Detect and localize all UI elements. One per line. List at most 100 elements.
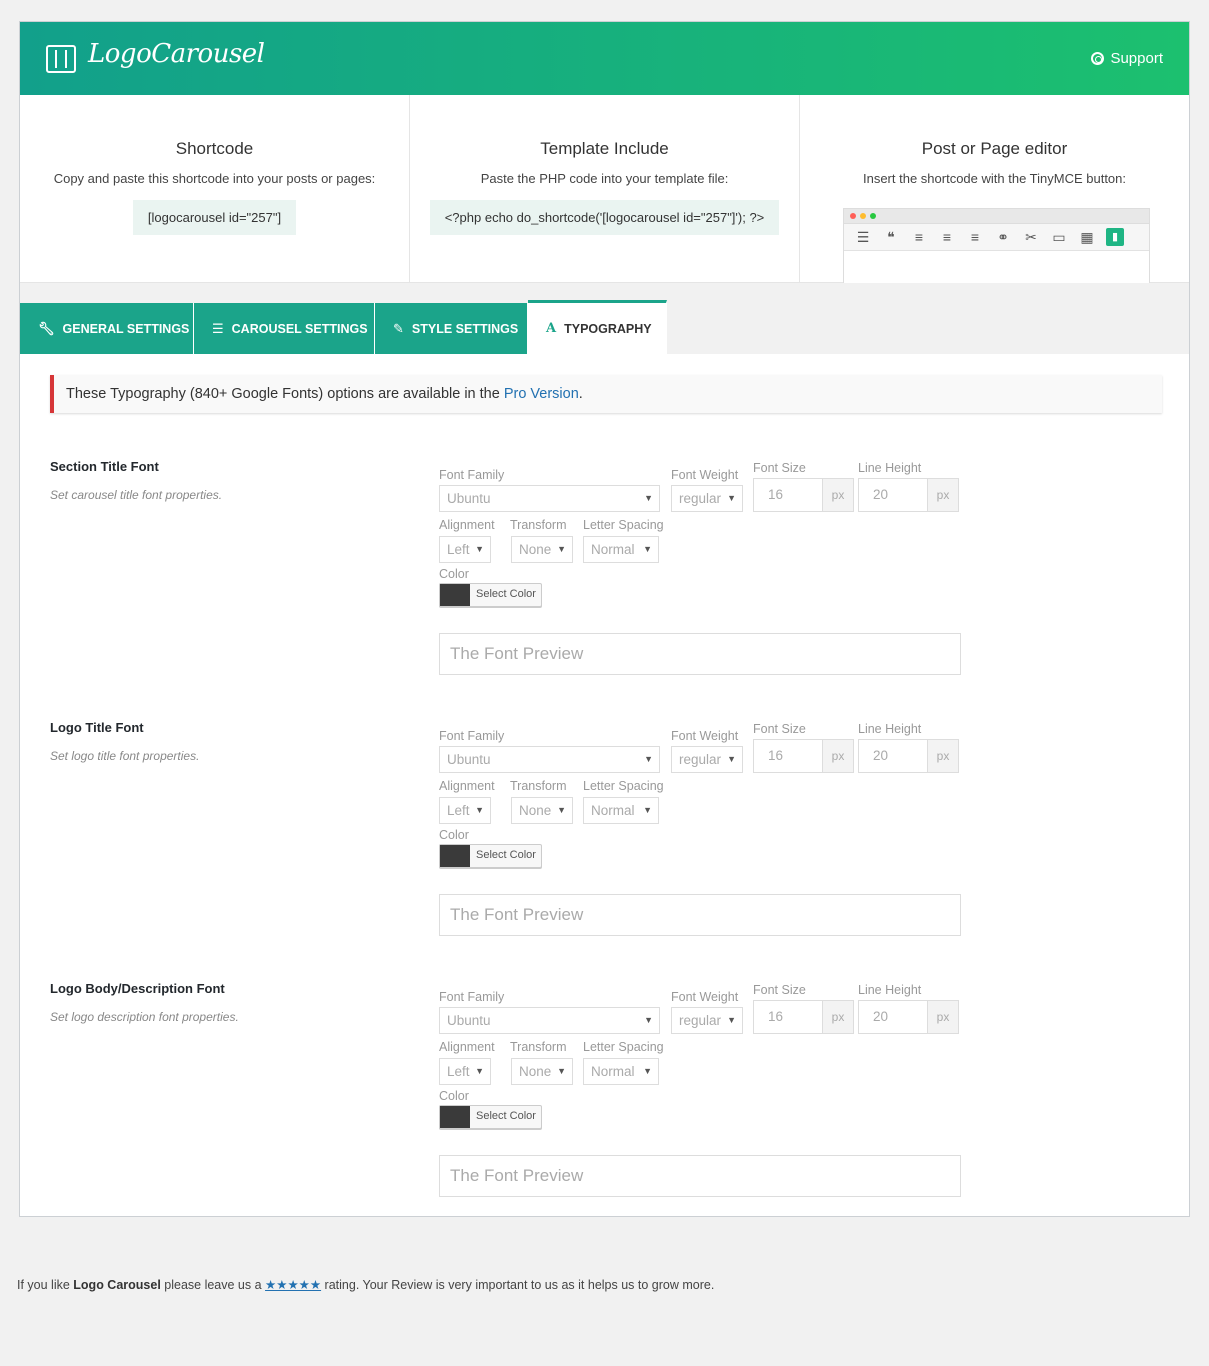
template-include-title: Template Include (540, 139, 669, 158)
line-height-label: Line Height (858, 461, 922, 475)
color-label: Color (439, 828, 469, 842)
font-weight-label: Font Weight (671, 468, 739, 482)
transform-label: Transform (510, 518, 567, 532)
font-size-label: Font Size (753, 722, 806, 736)
shortcode-title: Shortcode (175, 139, 254, 158)
font-size-label: Font Size (753, 983, 806, 997)
font-size-input[interactable]: 16 px (753, 739, 854, 773)
line-height-input[interactable]: 20 px (858, 478, 959, 512)
tab-carousel-settings[interactable]: ☰ CAROUSEL SETTINGS (194, 303, 375, 354)
php-code[interactable]: <?php echo do_shortcode('[logocarousel i… (429, 200, 780, 235)
font-weight-label: Font Weight (671, 990, 739, 1004)
post-editor-column: Post or Page editor Insert the shortcode… (800, 95, 1189, 283)
tinymce-toolbar: ☰ ❝ ≡ ≡ ≡ ⚭ ✂ ▭ ▦ ▮ (844, 224, 1149, 251)
letter-spacing-select[interactable]: Normal ▼ (583, 536, 659, 563)
font-size-input[interactable]: 16 px (753, 478, 854, 512)
review-footer: If you like Logo Carousel please leave u… (17, 1278, 715, 1292)
blockquote-icon: ❝ (887, 228, 895, 245)
template-include-desc: Paste the PHP code into your template fi… (480, 171, 729, 186)
color-swatch (440, 845, 470, 867)
font-size-input[interactable]: 16 px (753, 1000, 854, 1034)
transform-select[interactable]: None ▼ (511, 1058, 573, 1085)
dropdown-arrow-icon: ▼ (475, 1066, 484, 1076)
dropdown-arrow-icon: ▼ (557, 544, 566, 554)
letter-spacing-select[interactable]: Normal ▼ (583, 797, 659, 824)
pro-version-link[interactable]: Pro Version (504, 386, 579, 402)
font-family-label: Font Family (439, 729, 505, 743)
tinymce-preview: ☰ ❝ ≡ ≡ ≡ ⚭ ✂ ▭ ▦ ▮ (843, 208, 1150, 283)
alignment-select[interactable]: Left ▼ (439, 797, 491, 824)
support-link[interactable]: Support (1091, 50, 1163, 67)
support-label: Support (1110, 50, 1163, 67)
dropdown-arrow-icon: ▼ (643, 544, 652, 554)
plugin-logo-text: LogoCarousel (88, 39, 265, 69)
shortcode-code[interactable]: [logocarousel id="257"] (132, 200, 297, 235)
brush-icon: ✎ (393, 320, 404, 336)
link-icon: ⚭ (997, 228, 1009, 245)
dropdown-arrow-icon: ▼ (475, 544, 484, 554)
transform-select[interactable]: None ▼ (511, 536, 573, 563)
dropdown-arrow-icon: ▼ (643, 805, 652, 815)
tab-typography[interactable]: A TYPOGRAPHY (528, 300, 667, 354)
font-family-select[interactable]: Ubuntu ▼ (439, 746, 660, 773)
settings-panel: LogoCarousel Support Shortcode Copy and … (19, 21, 1190, 1217)
rating-stars-link[interactable]: ★★★★★ (265, 1278, 321, 1292)
lifebuoy-icon (1091, 52, 1105, 65)
plugin-header: LogoCarousel Support (20, 22, 1189, 95)
letter-spacing-label: Letter Spacing (583, 518, 664, 532)
tab-general-settings[interactable]: 🔧︎ GENERAL SETTINGS (20, 303, 194, 354)
select-color-button[interactable]: Select Color (439, 844, 542, 868)
font-icon: A (546, 321, 557, 336)
color-swatch (440, 584, 470, 606)
select-color-button[interactable]: Select Color (439, 1105, 542, 1129)
dropdown-arrow-icon: ▼ (644, 754, 653, 764)
logo-carousel-icon (46, 45, 76, 73)
align-left-icon: ≡ (914, 229, 924, 245)
section-desc: Set carousel title font properties. (50, 488, 223, 502)
font-weight-select[interactable]: regular ▼ (671, 1007, 743, 1034)
font-weight-select[interactable]: regular ▼ (671, 746, 743, 773)
list-numbered-icon: ☰ (856, 228, 870, 245)
font-family-label: Font Family (439, 468, 505, 482)
pro-notice: These Typography (840+ Google Fonts) opt… (50, 375, 1162, 413)
font-family-select[interactable]: Ubuntu ▼ (439, 1007, 660, 1034)
letter-spacing-label: Letter Spacing (583, 779, 664, 793)
shortcode-column: Shortcode Copy and paste this shortcode … (20, 95, 410, 282)
font-family-label: Font Family (439, 990, 505, 1004)
letter-spacing-select[interactable]: Normal ▼ (583, 1058, 659, 1085)
line-height-label: Line Height (858, 722, 922, 736)
color-label: Color (439, 1089, 469, 1103)
dropdown-arrow-icon: ▼ (557, 1066, 566, 1076)
select-color-button[interactable]: Select Color (439, 583, 542, 607)
line-height-input[interactable]: 20 px (858, 1000, 959, 1034)
window-close-dot (850, 213, 856, 219)
logo-carousel-icon: ▮ (1106, 228, 1124, 246)
alignment-select[interactable]: Left ▼ (439, 536, 491, 563)
tab-style-settings[interactable]: ✎ STYLE SETTINGS (375, 303, 528, 354)
transform-label: Transform (510, 1040, 567, 1054)
keyboard-icon: ▦ (1080, 228, 1094, 245)
post-editor-desc: Insert the shortcode with the TinyMCE bu… (862, 171, 1127, 186)
read-more-icon: ▭ (1052, 228, 1066, 245)
font-weight-select[interactable]: regular ▼ (671, 485, 743, 512)
alignment-select[interactable]: Left ▼ (439, 1058, 491, 1085)
font-preview: The Font Preview (439, 894, 961, 936)
template-include-column: Template Include Paste the PHP code into… (410, 95, 800, 282)
dropdown-arrow-icon: ▼ (644, 1015, 653, 1025)
transform-label: Transform (510, 779, 567, 793)
section-title: Logo Body/Description Font (50, 981, 225, 996)
section-title: Logo Title Font (50, 720, 144, 735)
font-family-select[interactable]: Ubuntu ▼ (439, 485, 660, 512)
sliders-icon: ☰ (212, 320, 224, 336)
dropdown-arrow-icon: ▼ (475, 805, 484, 815)
dropdown-arrow-icon: ▼ (727, 1015, 736, 1025)
window-max-dot (870, 213, 876, 219)
post-editor-title: Post or Page editor (921, 139, 1068, 158)
dropdown-arrow-icon: ▼ (727, 493, 736, 503)
alignment-label: Alignment (439, 779, 495, 793)
transform-select[interactable]: None ▼ (511, 797, 573, 824)
alignment-label: Alignment (439, 1040, 495, 1054)
usage-info: Shortcode Copy and paste this shortcode … (20, 95, 1189, 283)
line-height-input[interactable]: 20 px (858, 739, 959, 773)
font-preview: The Font Preview (439, 1155, 961, 1197)
